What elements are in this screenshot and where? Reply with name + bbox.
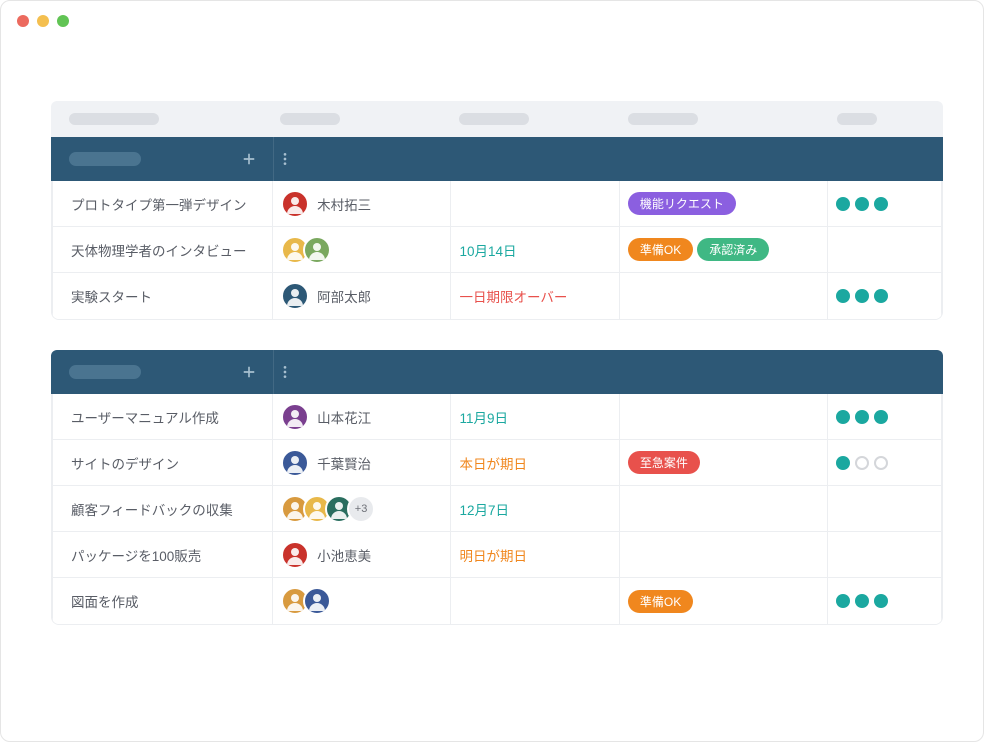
section-header[interactable] bbox=[51, 137, 943, 181]
task-row[interactable]: 実験スタート 阿部太郎 一日期限オーバー bbox=[52, 273, 942, 319]
tag[interactable]: 承認済み bbox=[697, 238, 769, 261]
assignee-name: 阿部太郎 bbox=[317, 286, 371, 306]
column-header-assignee bbox=[280, 113, 340, 125]
assignee-name: 千葉賢治 bbox=[317, 453, 371, 473]
assignee-name: 小池恵美 bbox=[317, 545, 371, 565]
task-name: 実験スタート bbox=[71, 286, 152, 306]
column-header-row bbox=[51, 101, 943, 137]
section-header[interactable] bbox=[51, 350, 943, 394]
status-dots bbox=[836, 410, 888, 424]
avatar[interactable] bbox=[281, 541, 309, 569]
assignee-name: 山本花江 bbox=[317, 407, 371, 427]
task-name: 天体物理学者のインタビュー bbox=[71, 240, 247, 260]
task-name: 顧客フィードバックの収集 bbox=[71, 499, 233, 519]
task-name: サイトのデザイン bbox=[71, 453, 179, 473]
task-row[interactable]: サイトのデザイン 千葉賢治 本日が期日 至急案件 bbox=[52, 440, 942, 486]
column-header-tags bbox=[628, 113, 698, 125]
task-name: プロトタイプ第一弾デザイン bbox=[71, 194, 247, 214]
status-dots bbox=[836, 456, 888, 470]
more-icon[interactable] bbox=[275, 362, 295, 382]
avatar[interactable] bbox=[281, 190, 309, 218]
due-date: 12月7日 bbox=[459, 499, 509, 519]
avatar[interactable] bbox=[281, 282, 309, 310]
content-area: プロトタイプ第一弾デザイン 木村拓三 機能リクエスト 天体物理学者のインタビュー… bbox=[1, 41, 983, 665]
status-dots bbox=[836, 197, 888, 211]
avatar-more[interactable]: +3 bbox=[347, 495, 375, 523]
column-header-date bbox=[459, 113, 529, 125]
assignee-name: 木村拓三 bbox=[317, 194, 371, 214]
task-row[interactable]: 図面を作成 準備OK bbox=[52, 578, 942, 624]
avatar[interactable] bbox=[303, 236, 331, 264]
task-name: ユーザーマニュアル作成 bbox=[71, 407, 219, 427]
due-date: 11月9日 bbox=[459, 407, 508, 427]
due-date: 本日が期日 bbox=[459, 453, 527, 473]
titlebar bbox=[1, 1, 983, 41]
add-task-icon[interactable] bbox=[239, 362, 259, 382]
close-window-button[interactable] bbox=[17, 15, 29, 27]
more-icon[interactable] bbox=[275, 149, 295, 169]
minimize-window-button[interactable] bbox=[37, 15, 49, 27]
section-title bbox=[69, 152, 141, 166]
due-date: 10月14日 bbox=[459, 240, 516, 260]
avatar[interactable] bbox=[281, 449, 309, 477]
maximize-window-button[interactable] bbox=[57, 15, 69, 27]
add-task-icon[interactable] bbox=[239, 149, 259, 169]
task-row[interactable]: プロトタイプ第一弾デザイン 木村拓三 機能リクエスト bbox=[52, 181, 942, 227]
task-row[interactable]: パッケージを100販売 小池恵美 明日が期日 bbox=[52, 532, 942, 578]
task-row[interactable]: ユーザーマニュアル作成 山本花江 11月9日 bbox=[52, 394, 942, 440]
due-date: 一日期限オーバー bbox=[459, 286, 567, 306]
app-window: プロトタイプ第一弾デザイン 木村拓三 機能リクエスト 天体物理学者のインタビュー… bbox=[0, 0, 984, 742]
section-title bbox=[69, 365, 141, 379]
avatar[interactable] bbox=[281, 403, 309, 431]
tag[interactable]: 至急案件 bbox=[628, 451, 700, 474]
tag[interactable]: 機能リクエスト bbox=[628, 192, 736, 215]
column-header-task bbox=[69, 113, 159, 125]
task-row[interactable]: 顧客フィードバックの収集 +3 12月7日 bbox=[52, 486, 942, 532]
task-name: パッケージを100販売 bbox=[71, 545, 201, 565]
tag[interactable]: 準備OK bbox=[628, 238, 693, 261]
due-date: 明日が期日 bbox=[459, 545, 527, 565]
task-row[interactable]: 天体物理学者のインタビュー 10月14日 準備OK 承認済み bbox=[52, 227, 942, 273]
tag[interactable]: 準備OK bbox=[628, 590, 693, 613]
avatar[interactable] bbox=[303, 587, 331, 615]
column-header-status bbox=[837, 113, 877, 125]
task-name: 図面を作成 bbox=[71, 591, 139, 611]
status-dots bbox=[836, 594, 888, 608]
status-dots bbox=[836, 289, 888, 303]
